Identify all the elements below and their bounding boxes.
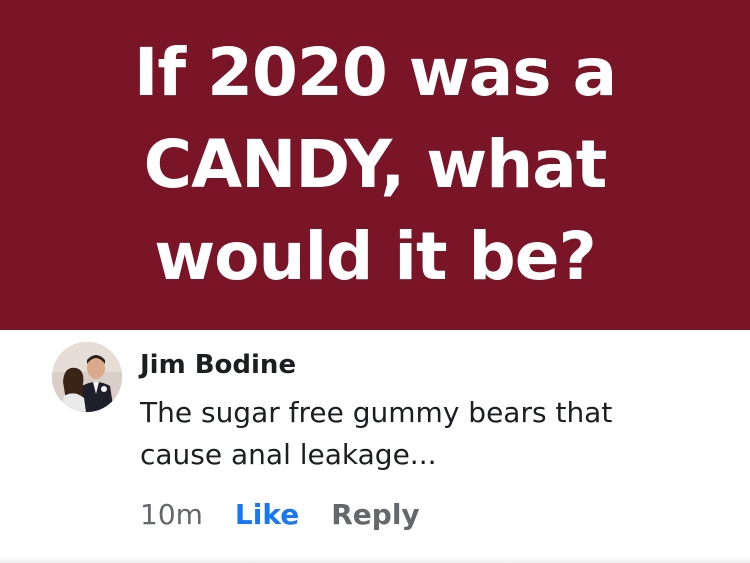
- banner-line-1: If 2020 was a: [133, 34, 617, 111]
- divider: [0, 557, 750, 563]
- comment-timestamp[interactable]: 10m: [140, 496, 203, 534]
- profile-photo-icon: [52, 342, 122, 412]
- avatar[interactable]: [52, 342, 122, 412]
- banner-line-3: would it be?: [154, 218, 597, 295]
- comment-text: The sugar free gummy bears that cause an…: [140, 392, 720, 476]
- meme-post: If 2020 was a CANDY, what would it be? J…: [0, 0, 750, 563]
- reply-button[interactable]: Reply: [331, 496, 419, 534]
- comment-actions: 10m Like Reply: [140, 496, 420, 534]
- comment-text-line-1: The sugar free gummy bears that: [140, 396, 613, 429]
- comment-card: Jim Bodine The sugar free gummy bears th…: [0, 330, 750, 563]
- comment-text-line-2: cause anal leakage...: [140, 438, 437, 471]
- question-banner: If 2020 was a CANDY, what would it be?: [0, 0, 750, 330]
- comment-author[interactable]: Jim Bodine: [140, 348, 296, 382]
- like-button[interactable]: Like: [235, 496, 299, 534]
- banner-line-2: CANDY, what: [143, 126, 608, 203]
